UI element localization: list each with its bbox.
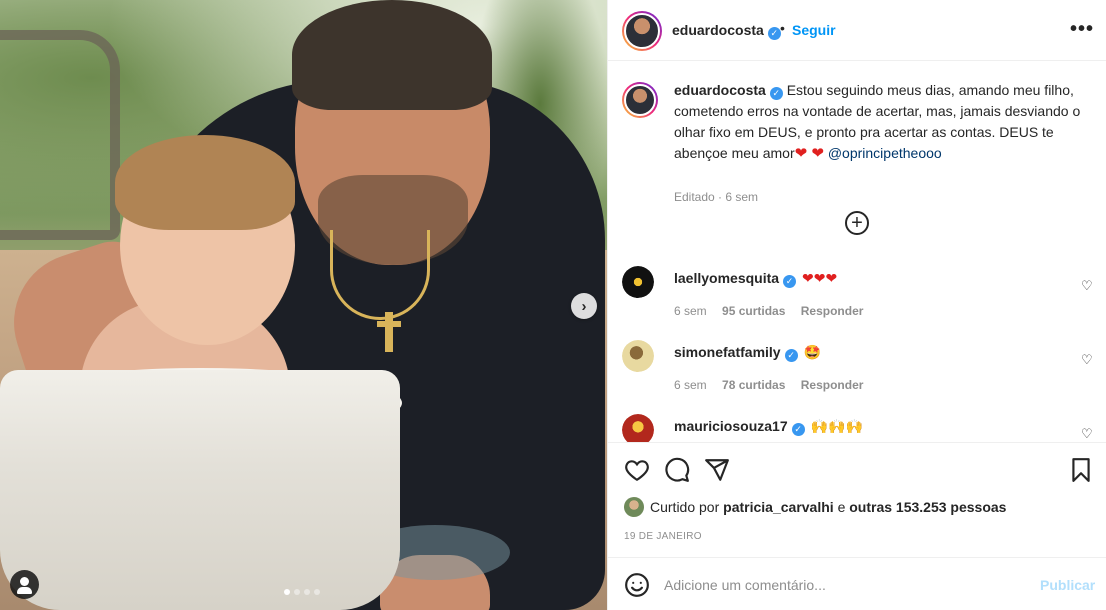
avatar-image	[624, 13, 660, 49]
comment-input[interactable]	[664, 573, 1024, 597]
caption-text: eduardocosta ✓ Estou seguindo meus dias, …	[674, 80, 1094, 164]
comment-username-text[interactable]: simonefatfamily	[674, 344, 781, 360]
list-item: laellyomesquita ✓ ❤❤❤ 6 sem 95 curtidas Re…	[622, 266, 1097, 336]
heart-icon[interactable]: ♡	[1081, 352, 1093, 368]
post-header: eduardocosta ✓ • Seguir •••	[608, 0, 1106, 61]
caption-mention-link[interactable]: @oprincipetheooo	[828, 145, 942, 161]
photo-cross	[377, 312, 401, 352]
comment-icon[interactable]	[664, 457, 690, 483]
likes-summary[interactable]: Curtido por patricia_carvalhi e outras 1…	[624, 497, 1006, 517]
post-photo[interactable]: ›	[0, 0, 607, 610]
verified-icon: ✓	[791, 423, 805, 436]
comment-age: 6 sem	[674, 378, 707, 392]
header-username[interactable]: eduardocosta ✓	[672, 22, 781, 40]
comment-likes[interactable]: 95 curtidas	[722, 304, 785, 318]
verified-icon: ✓	[783, 275, 797, 288]
add-comment-bar: Publicar	[608, 557, 1106, 610]
photo-man-hair	[292, 0, 492, 110]
list-item: mauriciosouza17 ✓ 🙌🙌🙌 ♡	[622, 414, 1097, 442]
photo-baby-hair	[115, 135, 295, 230]
avatar[interactable]	[622, 82, 658, 118]
photo-tub	[0, 370, 400, 610]
plus-circle-icon[interactable]: +	[845, 211, 869, 235]
comment-meta: 6 sem 95 curtidas Responder	[674, 304, 875, 318]
avatar-image	[622, 340, 654, 372]
list-item: simonefatfamily ✓ 🤩 6 sem 78 curtidas Resp…	[622, 340, 1097, 410]
liked-by-user-link[interactable]: patricia_carvalhi	[723, 499, 834, 515]
caption-username[interactable]: eduardocosta	[674, 82, 766, 98]
photo-chair	[0, 30, 120, 240]
comment-username-text[interactable]: laellyomesquita	[674, 270, 779, 286]
heart-icon[interactable]: ♡	[1081, 278, 1093, 294]
reply-button[interactable]: Responder	[801, 304, 864, 318]
liked-by-prefix: Curtido por	[650, 499, 720, 515]
smile-icon[interactable]	[624, 572, 650, 598]
comment-text: 🤩	[803, 344, 822, 360]
heart-icon[interactable]	[624, 457, 650, 483]
comment-likes[interactable]: 78 curtidas	[722, 378, 785, 392]
post-actions: Curtido por patricia_carvalhi e outras 1…	[608, 442, 1106, 557]
carousel-dot	[304, 589, 310, 595]
avatar[interactable]	[622, 340, 654, 372]
heart-icon[interactable]: ♡	[1081, 426, 1093, 442]
post-date[interactable]: 19 DE JANEIRO	[624, 531, 702, 542]
more-icon[interactable]: •••	[1070, 18, 1094, 41]
verified-icon: ✓	[767, 27, 781, 40]
username-text[interactable]: eduardocosta	[672, 22, 764, 38]
avatar-image	[624, 84, 656, 116]
comment-username[interactable]: simonefatfamily ✓ 🤩	[674, 344, 821, 362]
publish-button[interactable]: Publicar	[1040, 577, 1095, 593]
carousel-dot	[314, 589, 320, 595]
comment-meta: 6 sem 78 curtidas Responder	[674, 378, 875, 392]
chevron-right-icon[interactable]: ›	[571, 293, 597, 319]
reply-button[interactable]: Responder	[801, 378, 864, 392]
comment-username[interactable]: mauriciosouza17 ✓ 🙌🙌🙌	[674, 418, 863, 436]
separator-bullet: •	[780, 20, 785, 36]
comment-text: 🙌🙌🙌	[810, 418, 863, 434]
share-icon[interactable]	[704, 457, 730, 483]
post-side-panel: eduardocosta ✓ • Seguir ••• eduardocosta ✓…	[607, 0, 1106, 610]
comment-username[interactable]: laellyomesquita ✓ ❤❤❤	[674, 270, 837, 288]
carousel-dot	[294, 589, 300, 595]
avatar[interactable]	[622, 11, 662, 51]
comment-username-text[interactable]: mauriciosouza17	[674, 418, 788, 434]
avatar[interactable]	[622, 266, 654, 298]
avatar-image	[622, 414, 654, 442]
liked-by-others-link[interactable]: outras 153.253 pessoas	[849, 499, 1006, 515]
carousel-dot	[284, 589, 290, 595]
user-tag-head	[20, 577, 29, 586]
carousel-indicator	[284, 589, 320, 595]
avatar-image	[622, 266, 654, 298]
heart-emoji: ❤ ❤	[794, 145, 824, 162]
verified-icon: ✓	[784, 349, 798, 362]
comment-age: 6 sem	[674, 304, 707, 318]
liked-by-and: e	[837, 499, 846, 515]
comment-text: ❤❤❤	[802, 270, 838, 286]
comments-list[interactable]: eduardocosta ✓ Estou seguindo meus dias, …	[608, 62, 1106, 442]
user-tag-icon[interactable]	[10, 570, 39, 599]
verified-icon: ✓	[769, 87, 783, 100]
user-tag-shoulders	[17, 587, 32, 594]
bookmark-icon[interactable]	[1068, 457, 1094, 483]
caption-meta: Editado · 6 sem	[674, 190, 759, 204]
avatar[interactable]	[622, 414, 654, 442]
avatar	[624, 497, 644, 517]
follow-button[interactable]: Seguir	[792, 22, 836, 38]
